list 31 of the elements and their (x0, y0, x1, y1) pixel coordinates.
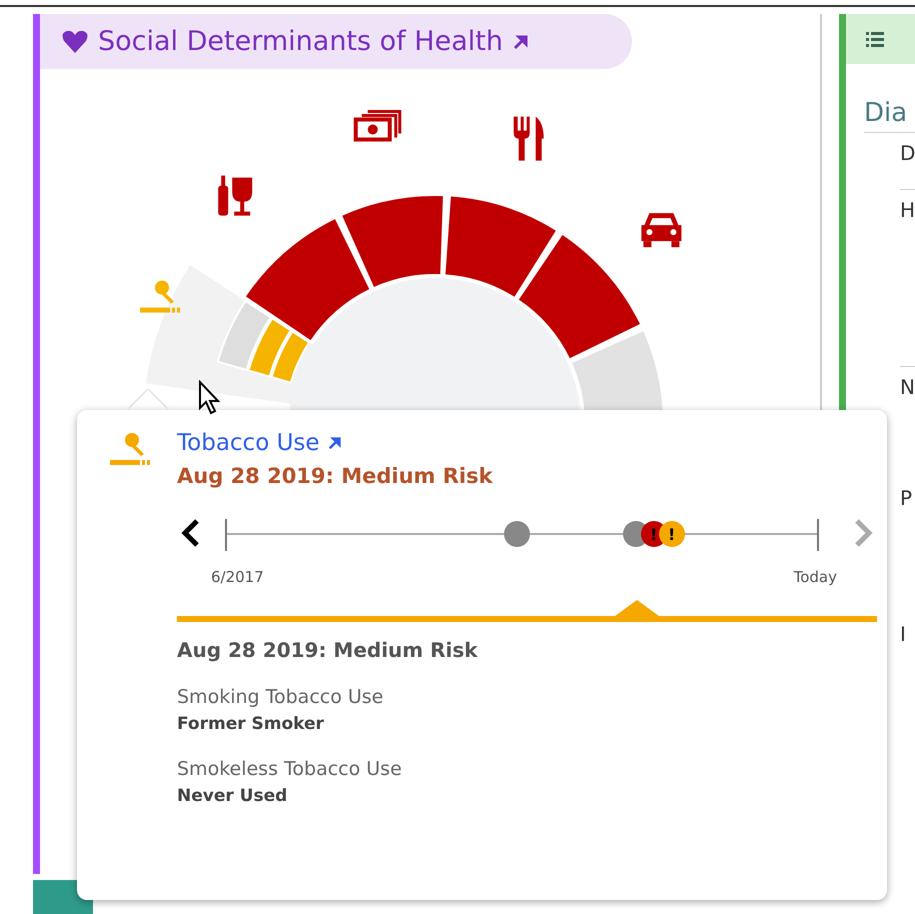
list-icon (866, 31, 884, 47)
section-heading: Dia (864, 98, 915, 133)
detail-heading: Aug 28 2019: Medium Risk (177, 638, 479, 662)
row-text: N (900, 375, 915, 399)
row-text: P (900, 486, 912, 510)
bottle-and-glass-icon[interactable] (218, 176, 252, 216)
event-marker[interactable]: ! (658, 521, 685, 547)
external-link-icon[interactable] (512, 34, 529, 50)
risk-segment[interactable] (445, 196, 556, 297)
title-link[interactable]: Tobacco Use (177, 430, 342, 456)
car-icon[interactable] (641, 213, 682, 248)
field-value: Former Smoker (177, 714, 325, 734)
external-link-icon (328, 436, 342, 450)
risk-segment[interactable] (246, 219, 370, 340)
panel-title[interactable]: Social Determinants of Health (98, 26, 503, 57)
field-label: Smokeless Tobacco Use (177, 758, 403, 780)
risk-status: Aug 28 2019: Medium Risk (177, 464, 494, 488)
risk-segment[interactable] (342, 196, 443, 287)
event-marker[interactable] (504, 521, 530, 547)
risk-segment[interactable] (518, 234, 640, 358)
fork-and-knife-icon[interactable] (514, 116, 544, 161)
row-text: I (900, 622, 906, 646)
axis-label: 6/2017 (211, 568, 264, 586)
row-text: H (900, 198, 915, 222)
axis-label: Today (794, 568, 837, 586)
row-text: D (900, 141, 915, 165)
field-label: Smoking Tobacco Use (177, 686, 384, 708)
risk-segment[interactable] (216, 300, 310, 384)
heart-icon (62, 30, 88, 54)
field-value: Never Used (177, 786, 288, 806)
money-icon[interactable] (354, 110, 402, 142)
